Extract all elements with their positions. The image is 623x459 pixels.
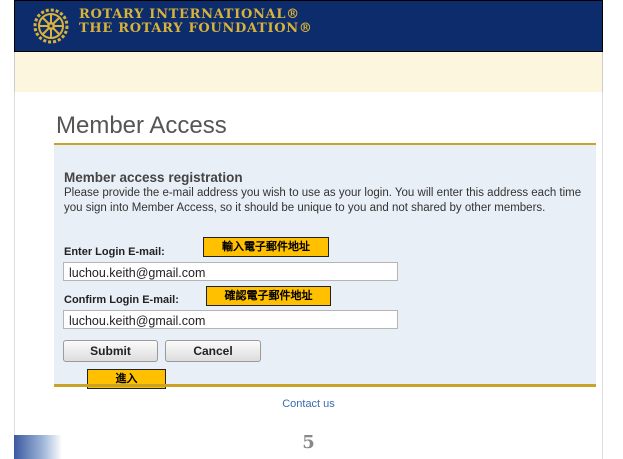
site-header: ROTARY INTERNATIONAL® THE ROTARY FOUNDAT… (14, 0, 603, 52)
page-number: 5 (302, 432, 315, 453)
header-band (14, 52, 603, 92)
registration-description: Please provide the e-mail address you wi… (64, 187, 582, 214)
gold-divider-bottom (54, 384, 596, 387)
email-input[interactable] (63, 262, 398, 281)
email-label: Enter Login E-mail: (64, 246, 165, 258)
contact-us-link[interactable]: Contact us (14, 398, 603, 410)
slide: ROTARY INTERNATIONAL® THE ROTARY FOUNDAT… (14, 0, 603, 459)
submit-button[interactable]: Submit (63, 340, 158, 362)
brand-line-2: THE ROTARY FOUNDATION® (79, 21, 313, 36)
brand-line-1: ROTARY INTERNATIONAL® (79, 7, 300, 22)
confirm-annotation-tag: 確認電子郵件地址 (206, 286, 331, 306)
corner-gradient (14, 435, 62, 459)
confirm-email-input[interactable] (63, 310, 398, 329)
cancel-button[interactable]: Cancel (165, 340, 261, 362)
email-annotation-tag: 輸入電子郵件地址 (203, 237, 329, 257)
confirm-email-label: Confirm Login E-mail: (64, 294, 179, 306)
rotary-wheel-logo (33, 8, 69, 44)
page-title: Member Access (56, 112, 227, 139)
section-title: Member access registration (64, 170, 243, 185)
brand-name: ROTARY INTERNATIONAL® THE ROTARY FOUNDAT… (79, 8, 313, 36)
